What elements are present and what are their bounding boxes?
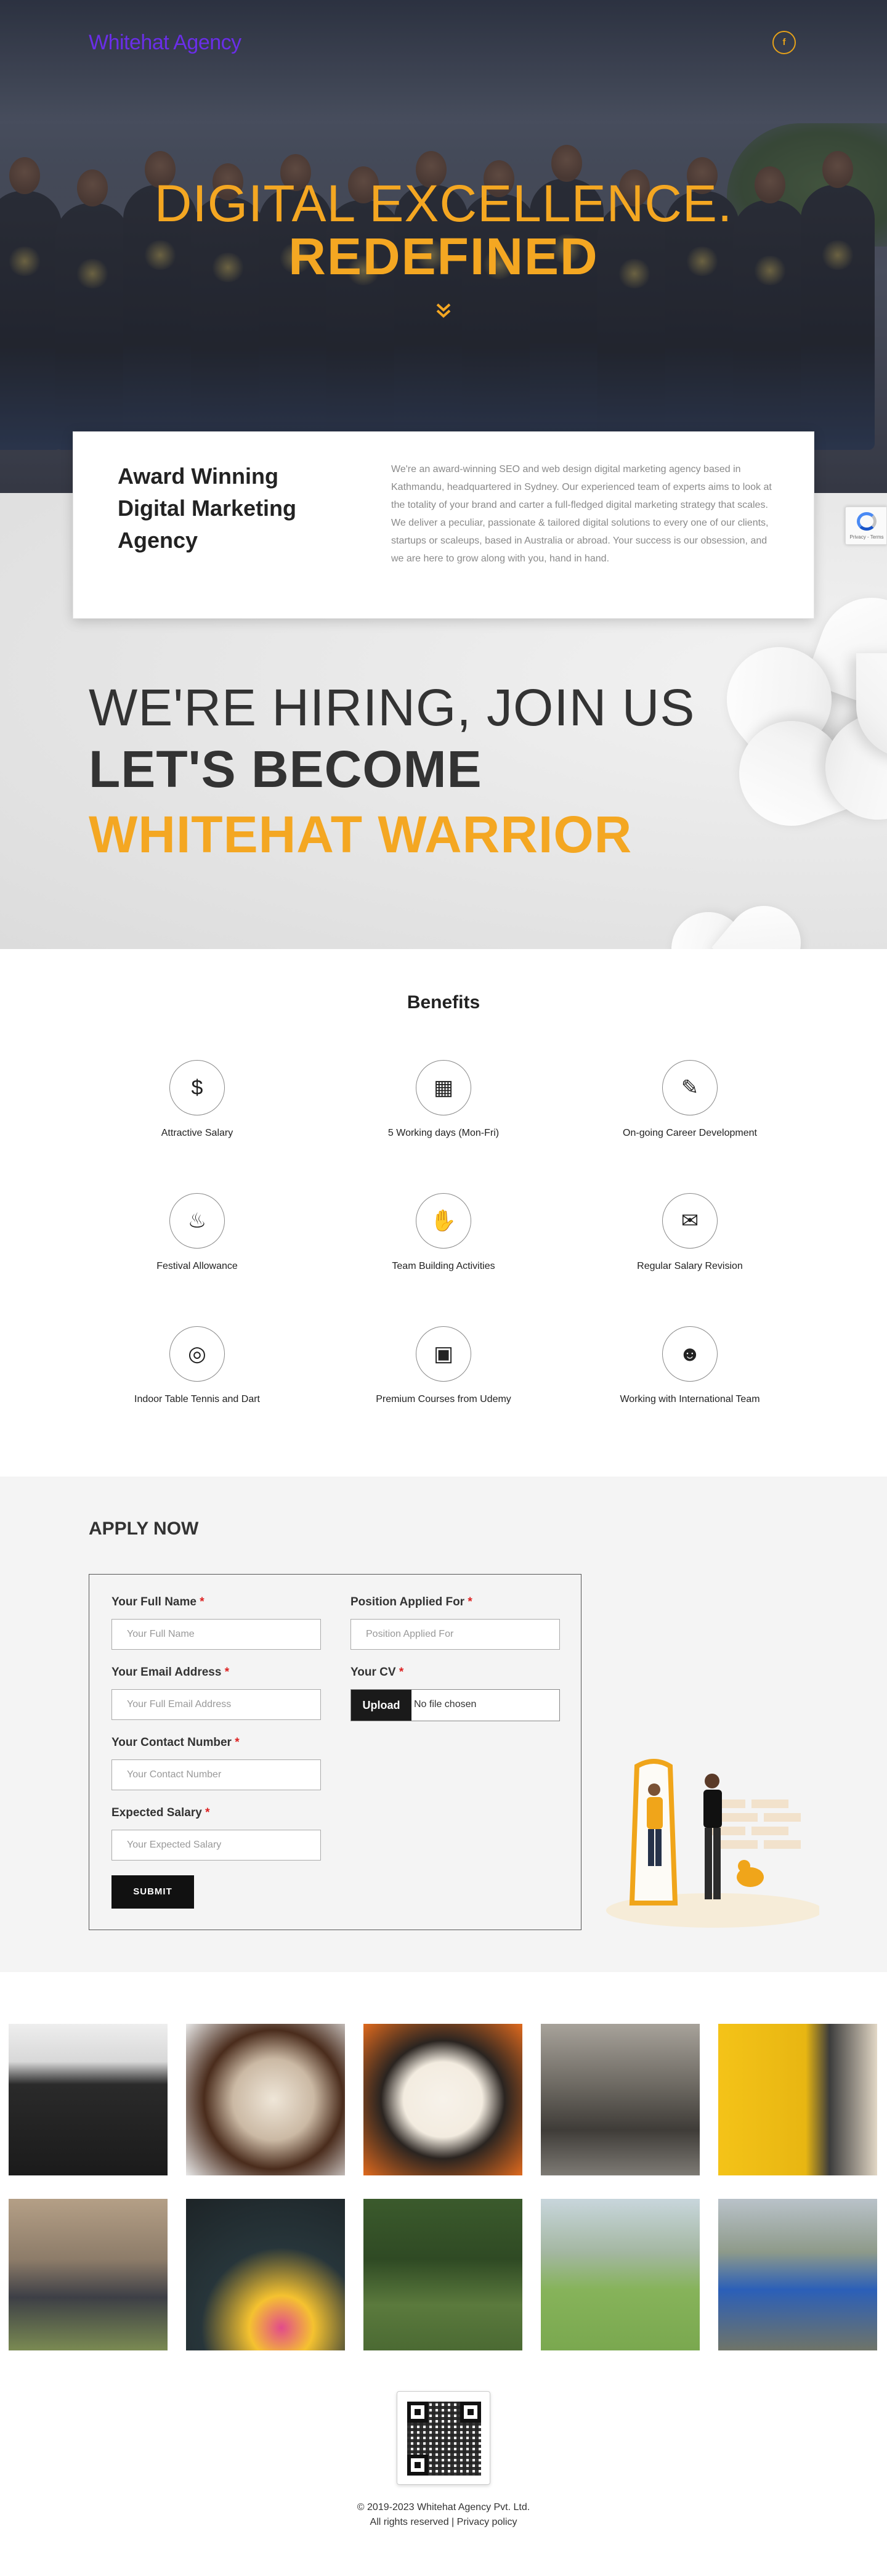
gallery-photo-football-ground[interactable] <box>363 2199 522 2350</box>
qr-code <box>397 2391 490 2485</box>
dartboard-icon: ◎ <box>169 1326 225 1382</box>
mirror-illustration <box>597 1756 823 1929</box>
facebook-icon[interactable]: f <box>772 31 796 54</box>
salary-input[interactable] <box>111 1830 321 1861</box>
benefit-label: Regular Salary Revision <box>637 1261 743 1271</box>
benefit-label: 5 Working days (Mon-Fri) <box>387 1128 500 1138</box>
award-title: Award Winning Digital Marketing Agency <box>118 463 297 553</box>
benefit-item: ♨ Festival Allowance <box>74 1193 320 1273</box>
benefit-label: Festival Allowance <box>156 1261 238 1271</box>
privacy-policy-link[interactable]: All rights reserved | Privacy policy <box>0 2517 887 2528</box>
benefit-item: ✋ Team Building Activities <box>320 1193 567 1273</box>
apply-title: APPLY NOW <box>89 1518 199 1539</box>
email-label: Your Email Address * <box>111 1666 230 1679</box>
position-label: Position Applied For * <box>350 1596 472 1608</box>
benefit-item: ✎ On-going Career Development <box>567 1060 813 1140</box>
benefit-label: Premium Courses from Udemy <box>376 1394 511 1404</box>
benefit-item: ☻ Working with International Team <box>567 1326 813 1406</box>
recaptcha-links: Privacy - Terms <box>849 534 884 540</box>
position-input[interactable] <box>350 1619 560 1650</box>
benefit-label: Attractive Salary <box>161 1128 233 1138</box>
benefit-item: ◎ Indoor Table Tennis and Dart <box>74 1326 320 1406</box>
salary-revision-icon: ✉ <box>662 1193 718 1249</box>
award-description: We're an award-winning SEO and web desig… <box>391 464 772 564</box>
application-form: Your Full Name * Your Email Address * Yo… <box>89 1574 581 1930</box>
benefits-title: Benefits <box>407 992 480 1013</box>
file-status: No file chosen <box>414 1699 477 1710</box>
salary-label: Expected Salary * <box>111 1806 210 1819</box>
full-name-input[interactable] <box>111 1619 321 1650</box>
gallery-photo-office-yellow-wall[interactable] <box>718 2024 877 2175</box>
gallery-photo-table-tennis[interactable] <box>718 2199 877 2350</box>
gallery-photo-festival-rangoli[interactable] <box>186 2199 345 2350</box>
calendar-icon: ▦ <box>416 1060 471 1115</box>
contact-input[interactable] <box>111 1759 321 1790</box>
email-input[interactable] <box>111 1689 321 1720</box>
career-icon: ✎ <box>662 1060 718 1115</box>
submit-button[interactable]: SUBMIT <box>111 1875 194 1909</box>
benefit-item: ✉ Regular Salary Revision <box>567 1193 813 1273</box>
full-name-label: Your Full Name * <box>111 1596 205 1608</box>
salary-icon: $ <box>169 1060 225 1115</box>
recaptcha-icon <box>857 512 877 531</box>
gallery-photo-team-group[interactable] <box>9 2024 168 2175</box>
benefit-label: Working with International Team <box>620 1394 760 1404</box>
gallery-photo-appreciation-certificate[interactable] <box>363 2024 522 2175</box>
hiring-heading-line1: WE'RE HIRING, JOIN US <box>89 679 695 736</box>
qr-finder <box>460 2402 481 2423</box>
gallery-photo-futsal-court[interactable] <box>541 2199 700 2350</box>
course-icon: ▣ <box>416 1326 471 1382</box>
benefit-item: ▦ 5 Working days (Mon-Fri) <box>320 1060 567 1140</box>
benefit-item: ▣ Premium Courses from Udemy <box>320 1326 567 1406</box>
gallery-photo-cake-champagne[interactable] <box>186 2024 345 2175</box>
gallery-photo-outdoor-group[interactable] <box>9 2199 168 2350</box>
chevron-double-down-icon[interactable] <box>434 301 453 320</box>
copyright-text: © 2019-2023 Whitehat Agency Pvt. Ltd. <box>357 2502 530 2513</box>
benefit-label: On-going Career Development <box>623 1128 757 1138</box>
hero-heading-line2: REDEFINED <box>288 227 599 285</box>
hero-heading-line1: DIGITAL EXCELLENCE. <box>154 174 733 232</box>
award-card: Award Winning Digital Marketing Agency W… <box>73 431 814 619</box>
benefit-item: $ Attractive Salary <box>74 1060 320 1140</box>
cv-label: Your CV * <box>350 1666 404 1679</box>
gallery-photo-office-workstations[interactable] <box>541 2024 700 2175</box>
handshake-icon: ✋ <box>416 1193 471 1249</box>
recaptcha-badge[interactable]: Privacy - Terms <box>845 507 887 545</box>
hiring-heading-line3: WHITEHAT WARRIOR <box>89 805 633 863</box>
hiring-heading-line2: LET'S BECOME <box>89 740 482 798</box>
upload-button[interactable]: Upload <box>351 1690 411 1721</box>
diya-lamp-icon: ♨ <box>169 1193 225 1249</box>
benefit-label: Team Building Activities <box>392 1261 495 1271</box>
contact-label: Your Contact Number * <box>111 1736 240 1749</box>
paper-flower-decoration <box>658 887 816 949</box>
team-icon: ☻ <box>662 1326 718 1382</box>
logo[interactable]: Whitehat Agency <box>89 31 241 55</box>
qr-finder <box>407 2455 428 2476</box>
qr-finder <box>407 2402 428 2423</box>
paper-flower-decoration <box>705 583 887 841</box>
cv-file-input[interactable]: Upload No file chosen <box>350 1689 560 1721</box>
benefit-label: Indoor Table Tennis and Dart <box>134 1394 260 1404</box>
